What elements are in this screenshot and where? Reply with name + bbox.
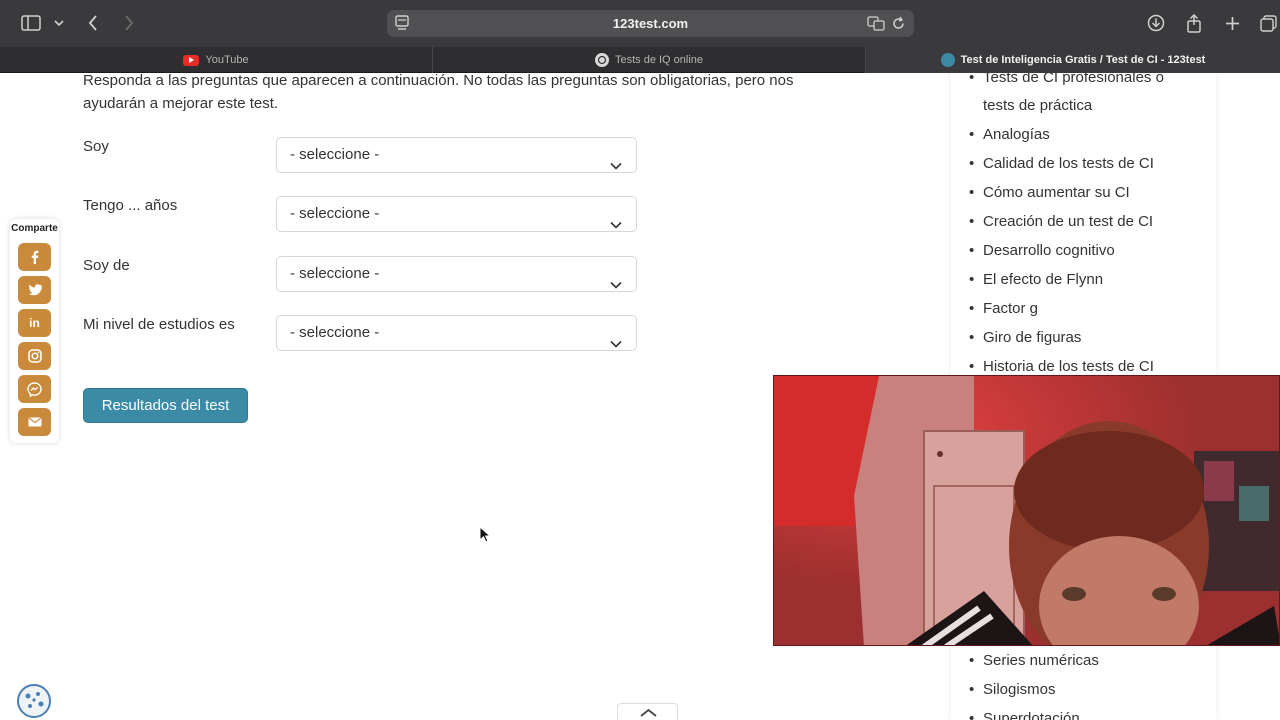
- select-value: - seleccione -: [290, 265, 380, 282]
- share-title: Comparte: [11, 223, 58, 234]
- topic-increase-iq[interactable]: Cómo aumentar su CI: [969, 178, 1209, 207]
- chevron-down-icon: [610, 268, 622, 302]
- tab-iq-online[interactable]: Tests de IQ online: [433, 47, 866, 73]
- chevron-down-icon[interactable]: [48, 12, 70, 34]
- scroll-to-top-button[interactable]: [617, 703, 678, 720]
- topic-giftedness[interactable]: Superdotación: [969, 704, 1209, 720]
- chevron-down-icon: [610, 208, 622, 242]
- page-content: Responda a las preguntas que aparecen a …: [0, 73, 1280, 720]
- facebook-icon[interactable]: [18, 243, 51, 271]
- question-label-age: Tengo ... años: [83, 197, 178, 214]
- 123test-icon: [940, 53, 955, 67]
- webcam-overlay: [773, 375, 1280, 646]
- reload-icon[interactable]: [891, 16, 906, 36]
- email-icon[interactable]: [18, 408, 51, 436]
- tab-label: Test de Inteligencia Gratis / Test de CI…: [960, 54, 1206, 66]
- openai-icon: [594, 53, 609, 67]
- downloads-icon[interactable]: [1145, 12, 1167, 34]
- question-label-country: Soy de: [83, 257, 130, 274]
- tab-123test[interactable]: Test de Inteligencia Gratis / Test de CI…: [866, 47, 1280, 73]
- sidebar-toggle-icon[interactable]: [20, 12, 42, 34]
- address-bar[interactable]: 123test.com: [387, 10, 914, 37]
- topic-analogies[interactable]: Analogías: [969, 120, 1209, 149]
- topic-figure-rotation[interactable]: Giro de figuras: [969, 323, 1209, 352]
- question-label-education: Mi nivel de estudios es: [83, 316, 235, 333]
- webcam-feed-image: [774, 376, 1279, 645]
- share-widget: Comparte in: [10, 219, 59, 443]
- mouse-cursor-icon: [479, 525, 492, 548]
- cookie-settings-icon[interactable]: [13, 683, 55, 719]
- topic-number-series[interactable]: Series numéricas: [969, 646, 1209, 675]
- tab-youtube[interactable]: YouTube: [0, 47, 433, 73]
- topic-syllogisms[interactable]: Silogismos: [969, 675, 1209, 704]
- topic-creation[interactable]: Creación de un test de CI: [969, 207, 1209, 236]
- linkedin-icon[interactable]: in: [18, 309, 51, 337]
- browser-toolbar: 123test.com: [0, 0, 1280, 47]
- topic-quality[interactable]: Calidad de los tests de CI: [969, 149, 1209, 178]
- tab-label: YouTube: [205, 54, 249, 66]
- select-value: - seleccione -: [290, 205, 380, 222]
- topic-professional-tests[interactable]: Tests de CI profesionales o: [969, 73, 1209, 92]
- topic-professional-tests-cont[interactable]: tests de práctica: [969, 91, 1209, 120]
- instagram-icon[interactable]: [18, 342, 51, 370]
- education-select[interactable]: - seleccione -: [276, 315, 637, 351]
- twitter-icon[interactable]: [18, 276, 51, 304]
- age-select[interactable]: - seleccione -: [276, 196, 637, 232]
- youtube-icon: [183, 54, 200, 66]
- select-value: - seleccione -: [290, 146, 380, 163]
- select-value: - seleccione -: [290, 324, 380, 341]
- topic-cognitive-dev[interactable]: Desarrollo cognitivo: [969, 236, 1209, 265]
- topic-flynn[interactable]: El efecto de Flynn: [969, 265, 1209, 294]
- translate-icon[interactable]: [867, 16, 885, 36]
- forward-icon[interactable]: [118, 12, 140, 34]
- back-icon[interactable]: [82, 12, 104, 34]
- share-icon[interactable]: [1183, 12, 1205, 34]
- messenger-icon[interactable]: [18, 375, 51, 403]
- topic-g-factor[interactable]: Factor g: [969, 294, 1209, 323]
- results-button[interactable]: Resultados del test: [83, 388, 248, 423]
- url-text: 123test.com: [612, 16, 689, 31]
- form-intro: Responda a las preguntas que aparecen a …: [83, 73, 794, 112]
- chevron-down-icon: [610, 149, 622, 183]
- new-tab-icon[interactable]: [1221, 12, 1243, 34]
- tab-bar: YouTube Tests de IQ online Test de Intel…: [0, 47, 1280, 73]
- country-select[interactable]: - seleccione -: [276, 256, 637, 292]
- chevron-down-icon: [610, 327, 622, 361]
- tab-overview-icon[interactable]: [1257, 12, 1279, 34]
- question-label-gender: Soy: [83, 138, 109, 155]
- chevron-up-icon: [640, 708, 657, 717]
- gender-select[interactable]: - seleccione -: [276, 137, 637, 173]
- tab-label: Tests de IQ online: [614, 54, 704, 66]
